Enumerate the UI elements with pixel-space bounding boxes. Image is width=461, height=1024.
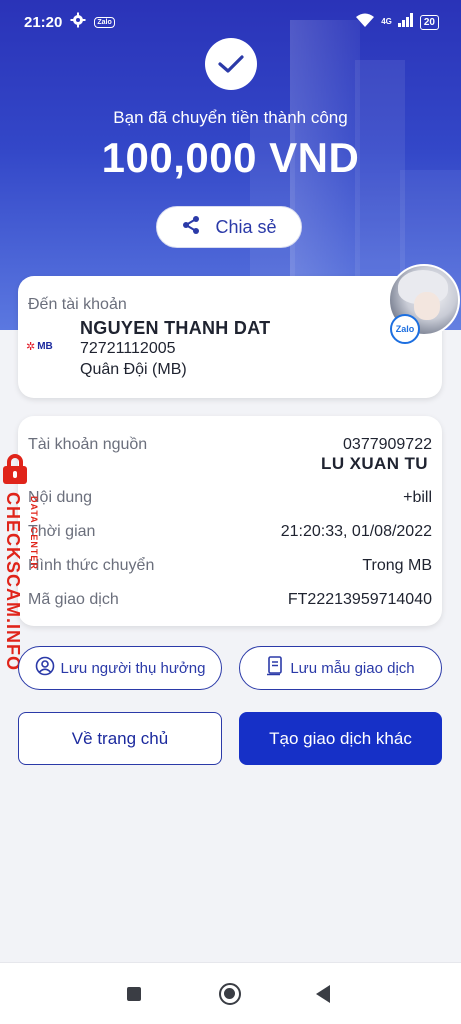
source-account-name: LU XUAN TU <box>321 454 428 473</box>
save-beneficiary-label: Lưu người thụ hưởng <box>60 659 206 677</box>
network-type: 4G <box>381 17 392 26</box>
home-button[interactable]: Về trang chủ <box>18 712 222 765</box>
save-template-label: Lưu mẫu giao dịch <box>290 659 415 677</box>
recents-icon[interactable] <box>127 987 141 1001</box>
transfer-amount: 100,000 VND <box>101 134 360 181</box>
watermark-text: CHECKSCAM.INFO <box>3 492 23 671</box>
battery-icon: 20 <box>419 14 439 30</box>
share-button[interactable]: Chia sẻ <box>156 206 302 248</box>
recipient-name: NGUYEN THANH DAT <box>80 318 271 338</box>
recipient-bank: Quân Đội (MB) <box>80 361 187 378</box>
share-label: Chia sẻ <box>215 216 277 237</box>
recipient-card: Đến tài khoản ✲ MB NGUYEN THANH DAT 72721… <box>18 276 442 398</box>
wifi-icon <box>355 13 375 32</box>
new-transaction-button[interactable]: Tạo giao dịch khác <box>239 712 442 765</box>
watermark: CHECKSCAM.INFO DATA CENTER <box>2 454 46 674</box>
home-circle-icon[interactable] <box>219 983 241 1005</box>
mb-bank-logo: ✲ MB <box>26 341 53 353</box>
watermark-subtext: DATA CENTER <box>29 496 39 570</box>
signal-icon <box>397 13 414 31</box>
recipient-account-number: 72721112005 <box>80 340 176 357</box>
transaction-details-card: Tài khoản nguồn 0377909722 LU XUAN TU Nộ… <box>18 416 442 626</box>
gear-icon <box>70 12 86 32</box>
recipient-label: Đến tài khoản <box>28 296 127 313</box>
share-icon <box>181 215 201 240</box>
zalo-notification-icon: Zalo <box>94 16 115 28</box>
zalo-badge-icon: Zalo <box>390 314 420 344</box>
user-circle-icon <box>35 656 55 680</box>
detail-row-time: Thời gian 21:20:33, 01/08/2022 <box>28 523 432 540</box>
system-nav-bar <box>0 962 461 1024</box>
save-template-button[interactable]: Lưu mẫu giao dịch <box>239 646 442 690</box>
lock-icon <box>2 454 28 484</box>
success-message: Bạn đã chuyển tiền thành công <box>113 108 348 127</box>
detail-row-source-account: Tài khoản nguồn 0377909722 <box>28 436 432 453</box>
success-check-icon <box>205 38 257 90</box>
save-beneficiary-button[interactable]: Lưu người thụ hưởng <box>18 646 222 690</box>
detail-row-transaction-id: Mã giao dịch FT22213959714040 <box>28 591 432 608</box>
detail-row-transfer-method: Hình thức chuyển Trong MB <box>28 557 432 574</box>
clock: 21:20 <box>24 13 63 31</box>
document-icon <box>266 656 284 680</box>
detail-row-content: Nội dung +bill <box>28 489 432 506</box>
back-icon[interactable] <box>316 985 330 1003</box>
